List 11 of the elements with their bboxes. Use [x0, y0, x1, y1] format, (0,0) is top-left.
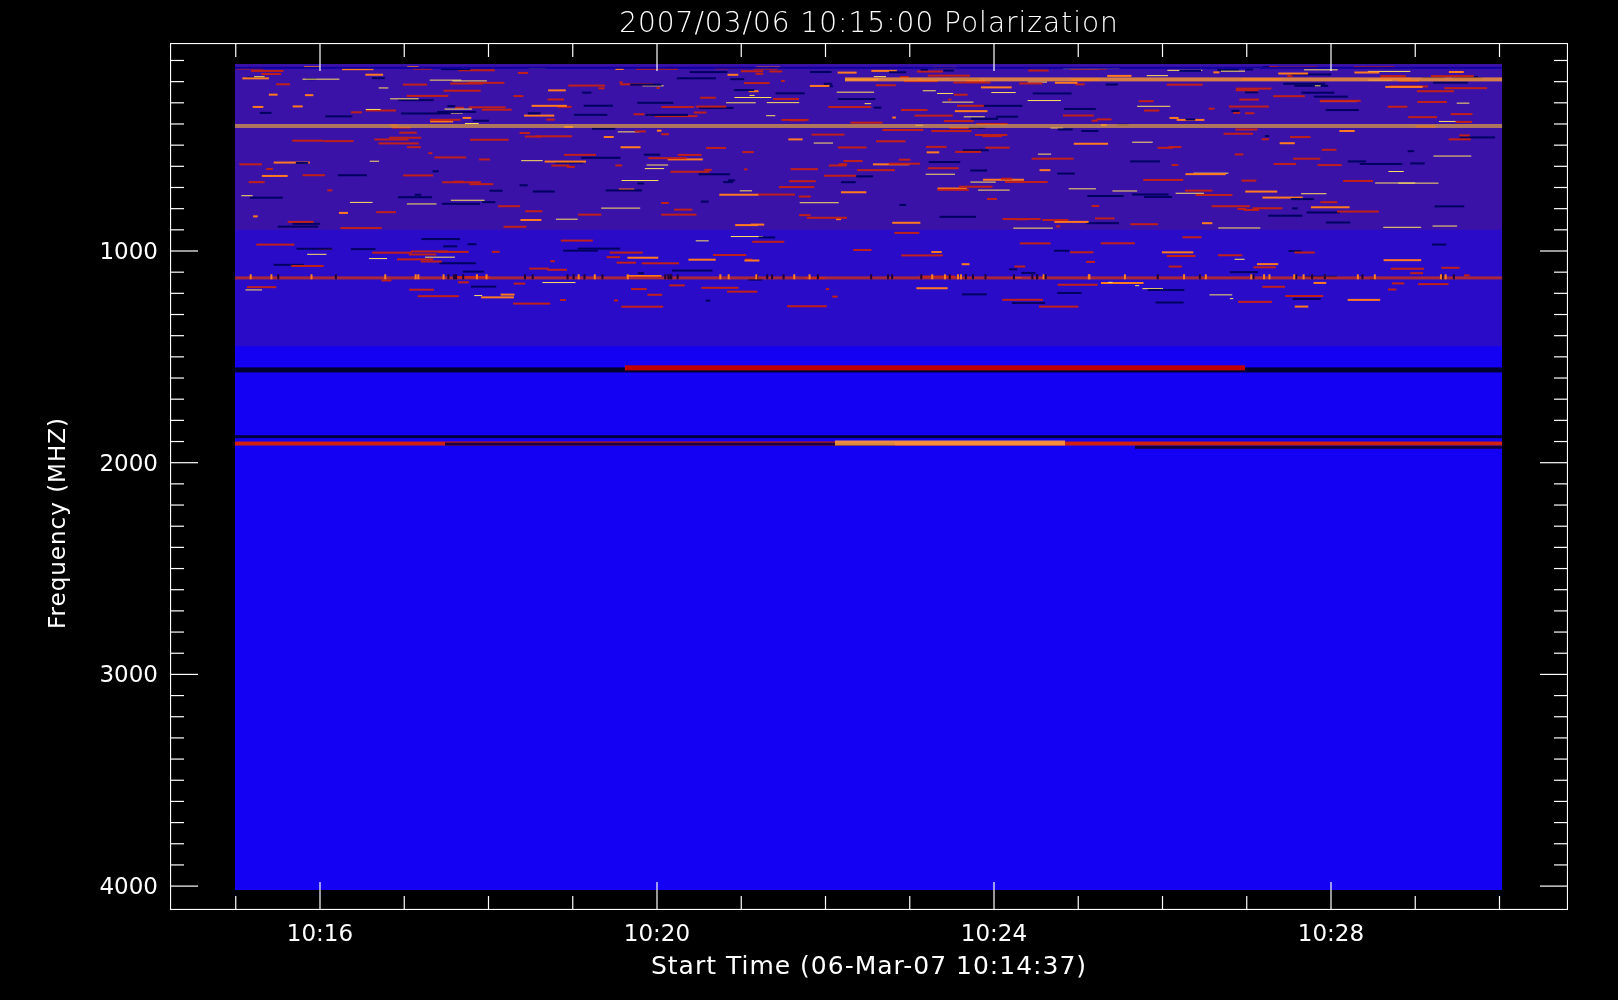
plot-title: 2007/03/06 10:15:00 Polarization [619, 5, 1119, 39]
y-tick-label: 2000 [99, 449, 158, 476]
y-tick-label: 4000 [99, 873, 158, 900]
y-tick-label: 3000 [99, 661, 158, 688]
x-tick-label: 10:28 [1297, 920, 1365, 946]
x-tick-label: 10:20 [623, 920, 691, 946]
x-tick-label: 10:24 [960, 920, 1028, 946]
x-tick-label: 10:16 [286, 920, 354, 946]
y-tick-label: 1000 [99, 238, 158, 264]
y-axis-label: Frequency (MHZ) [44, 417, 70, 629]
x-axis-label: Start Time (06-Mar-07 10:14:37) [650, 952, 1088, 980]
